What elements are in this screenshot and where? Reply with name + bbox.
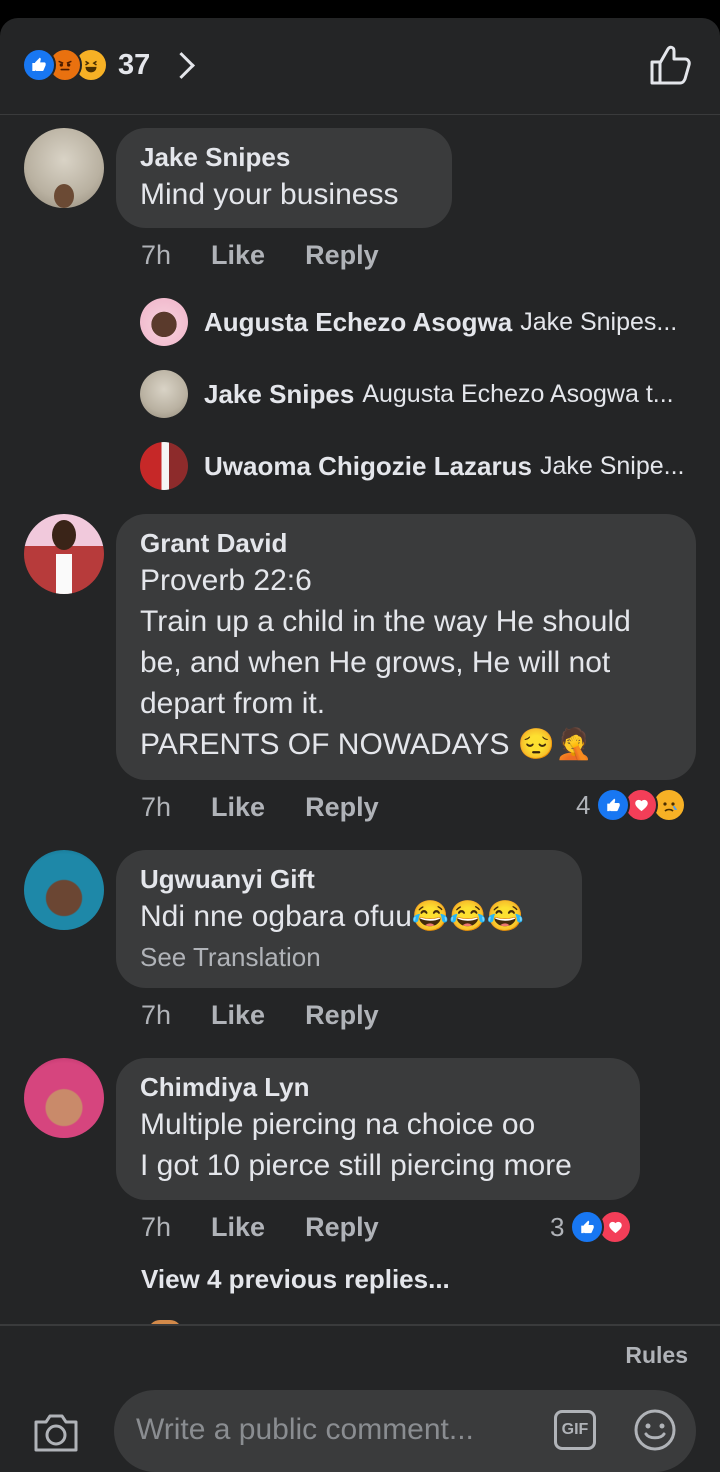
comment-input-placeholder: Write a public comment... bbox=[136, 1413, 474, 1446]
avatar[interactable] bbox=[24, 1058, 104, 1138]
comment-reactions[interactable]: 4 bbox=[576, 788, 687, 822]
camera-icon bbox=[34, 1414, 78, 1452]
like-link[interactable]: Like bbox=[211, 1212, 265, 1243]
like-icon bbox=[570, 1210, 605, 1244]
thumbs-up-icon bbox=[650, 45, 691, 85]
comment-reactions[interactable]: 3 bbox=[550, 1210, 633, 1244]
reply-text: Augusta Echezo Asogwa t... bbox=[362, 379, 674, 408]
comments-header: 37 bbox=[0, 18, 720, 115]
reply-author: Uwaoma Chigozie Lazarus bbox=[204, 450, 532, 481]
comment-author[interactable]: Grant David bbox=[140, 526, 672, 560]
comment-composer: Rules Write a public comment... GIF bbox=[0, 1324, 720, 1472]
avatar[interactable] bbox=[24, 514, 104, 594]
comment-time[interactable]: 7h bbox=[141, 240, 171, 271]
reply-link[interactable]: Reply bbox=[305, 240, 379, 271]
comment-text: Multiple piercing na choice oo I got 10 … bbox=[140, 1108, 572, 1182]
smiley-icon bbox=[634, 1409, 676, 1451]
reply-author: Jake Snipes bbox=[204, 378, 355, 409]
comment-time[interactable]: 7h bbox=[141, 1212, 171, 1243]
comment-actions: 7h Like Reply bbox=[141, 792, 379, 823]
comment-bubble: Jake Snipes Mind your business bbox=[116, 128, 452, 228]
comment-bubble: Chimdiya Lyn Multiple piercing na choice… bbox=[116, 1058, 640, 1200]
see-translation-link[interactable]: See Translation bbox=[140, 939, 558, 975]
comment-author[interactable]: Jake Snipes bbox=[140, 140, 428, 174]
reply-text: Jake Snipes... bbox=[520, 307, 678, 336]
like-icon bbox=[596, 788, 631, 822]
like-link[interactable]: Like bbox=[211, 1000, 265, 1031]
comment-bubble: Ugwuanyi Gift Ndi nne ogbara ofuu😂😂😂 See… bbox=[116, 850, 582, 988]
comment-time[interactable]: 7h bbox=[141, 1000, 171, 1031]
comment-actions: 7h Like Reply bbox=[141, 1212, 379, 1243]
comment-text: Ndi nne ogbara ofuu😂😂😂 bbox=[140, 900, 524, 933]
reply-link[interactable]: Reply bbox=[305, 792, 379, 823]
comment-input[interactable]: Write a public comment... GIF bbox=[114, 1390, 696, 1472]
comment-author[interactable]: Chimdiya Lyn bbox=[140, 1070, 616, 1104]
rules-link[interactable]: Rules bbox=[625, 1342, 688, 1369]
comment-text: Proverb 22:6 Train up a child in the way… bbox=[140, 564, 631, 761]
gif-button[interactable]: GIF bbox=[554, 1410, 596, 1450]
comment-actions: 7h Like Reply bbox=[141, 240, 379, 271]
like-icon bbox=[22, 48, 56, 82]
comment-actions: 7h Like Reply bbox=[141, 1000, 379, 1031]
emoji-button[interactable] bbox=[632, 1407, 678, 1458]
avatar bbox=[140, 298, 188, 346]
chevron-right-icon bbox=[168, 51, 196, 79]
reaction-count: 37 bbox=[118, 48, 151, 81]
view-previous-replies-link[interactable]: View 4 previous replies... bbox=[141, 1264, 450, 1295]
like-link[interactable]: Like bbox=[211, 792, 265, 823]
reply-item[interactable]: Augusta Echezo Asogwa Jake Snipes... bbox=[140, 298, 700, 346]
like-link[interactable]: Like bbox=[211, 240, 265, 271]
reply-link[interactable]: Reply bbox=[305, 1000, 379, 1031]
reply-author: Augusta Echezo Asogwa bbox=[204, 306, 513, 337]
comment-author[interactable]: Ugwuanyi Gift bbox=[140, 862, 558, 896]
comments-sheet: 37 Jake Snipes Mind your business 7h Lik… bbox=[0, 18, 720, 1472]
comment-text: Mind your business bbox=[140, 178, 399, 211]
reply-item[interactable]: Uwaoma Chigozie Lazarus Jake Snipe... bbox=[140, 442, 700, 490]
reactions-summary[interactable]: 37 bbox=[22, 48, 196, 82]
avatar[interactable] bbox=[24, 850, 104, 930]
comment-bubble: Grant David Proverb 22:6 Train up a chil… bbox=[116, 514, 696, 780]
comment-time[interactable]: 7h bbox=[141, 792, 171, 823]
avatar[interactable] bbox=[24, 128, 104, 208]
camera-button[interactable] bbox=[32, 1412, 80, 1459]
avatar bbox=[140, 370, 188, 418]
like-post-button[interactable] bbox=[648, 44, 692, 91]
reaction-count: 4 bbox=[576, 789, 591, 820]
reply-text: Jake Snipe... bbox=[539, 451, 685, 480]
reply-item[interactable]: Jake Snipes Augusta Echezo Asogwa t... bbox=[140, 370, 700, 418]
reaction-count: 3 bbox=[550, 1211, 565, 1242]
avatar bbox=[140, 442, 188, 490]
reply-link[interactable]: Reply bbox=[305, 1212, 379, 1243]
